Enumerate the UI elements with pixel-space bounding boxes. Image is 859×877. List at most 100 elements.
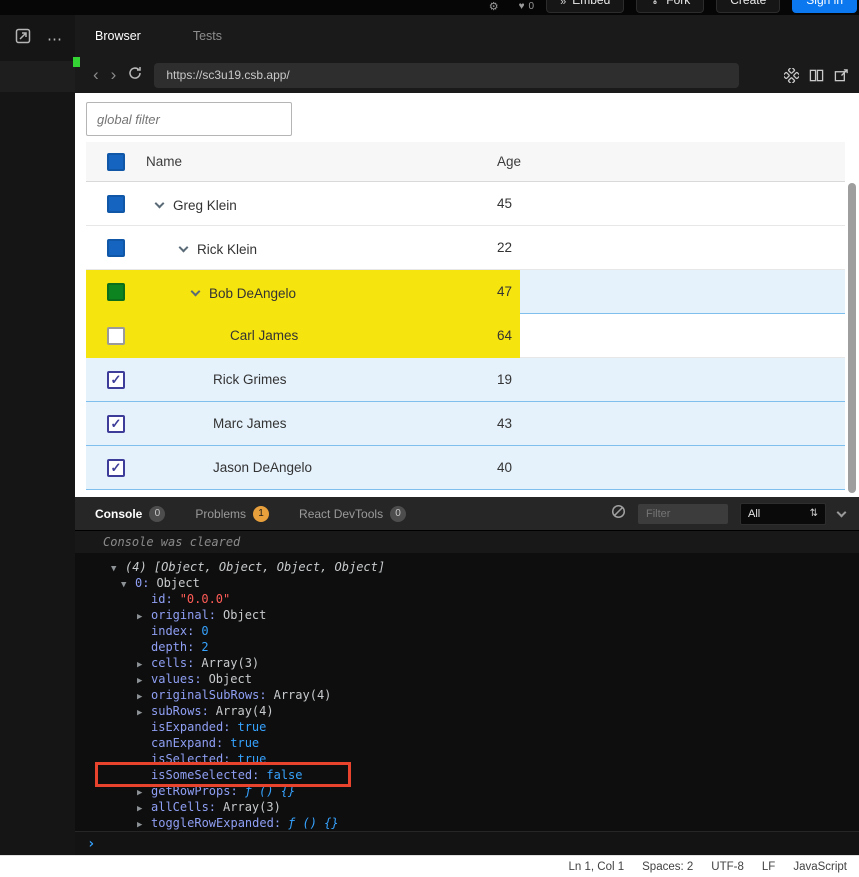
row-checkbox[interactable] [107, 326, 125, 345]
checkmark-icon: ✓ [110, 460, 122, 475]
open-panel-icon[interactable] [15, 28, 31, 49]
console-filter-input[interactable] [638, 503, 728, 524]
table-row: Rick Klein 22 [86, 226, 845, 270]
collapse-console-icon[interactable] [836, 507, 847, 517]
console-log-line: isSelected: true [151, 752, 267, 766]
clear-console-icon[interactable] [611, 504, 626, 524]
like-control[interactable]: ♥ 0 [519, 0, 535, 14]
scrollbar-thumb[interactable] [848, 183, 856, 493]
main-pane: Browser Tests ‹ › Name Age Greg Klein [75, 15, 859, 855]
cursor-position[interactable]: Ln 1, Col 1 [569, 861, 625, 873]
sidebar-active-item[interactable] [0, 61, 75, 92]
console-log-line: depth: 2 [151, 640, 209, 654]
language-mode[interactable]: JavaScript [793, 861, 847, 873]
console-panel: Console 0 Problems 1 React DevTools 0 Al… [75, 497, 859, 855]
console-log-line: ▶ allCells: Array(3) [137, 799, 859, 815]
table-row-highlighted: Carl James 64 [86, 314, 845, 358]
row-age: 22 [497, 240, 513, 255]
row-name: Rick Grimes [213, 372, 287, 387]
row-checkbox[interactable] [107, 238, 125, 257]
fork-icon [650, 0, 660, 7]
row-age: 43 [497, 416, 513, 431]
console-input-row[interactable]: › [75, 831, 859, 855]
select-all-checkbox[interactable] [107, 152, 125, 171]
forward-icon[interactable]: › [111, 66, 117, 83]
console-prompt-icon: › [87, 835, 96, 852]
expander-chevron-icon[interactable] [178, 242, 189, 252]
table-row: ✓ Jason DeAngelo 40 [86, 446, 845, 490]
heart-icon: ♥ [518, 1, 525, 12]
row-age: 19 [497, 372, 513, 387]
row-checkbox[interactable] [107, 194, 125, 213]
status-indicator-green [73, 57, 80, 67]
tab-react-devtools[interactable]: React DevTools 0 [299, 505, 407, 522]
tab-problems[interactable]: Problems 1 [195, 505, 270, 522]
global-filter-input[interactable] [86, 102, 292, 136]
console-log: ▼ (4) [Object, Object, Object, Object] ▼ 0… [75, 553, 859, 831]
updown-arrows-icon: ⇅ [809, 508, 818, 519]
expander-icon[interactable]: ▶ [137, 817, 151, 831]
expander-chevron-icon[interactable] [190, 286, 201, 296]
column-header-age[interactable]: Age [487, 154, 845, 169]
console-log-line: ▼ 0: Object [121, 575, 859, 591]
console-log-line: ▶ cells: Array(3) [137, 655, 859, 671]
console-tab-bar: Console 0 Problems 1 React DevTools 0 Al… [75, 497, 859, 531]
row-checkbox[interactable]: ✓ [107, 458, 125, 477]
row-name: Rick Klein [197, 241, 258, 257]
pane-tab-bar: Browser Tests [75, 15, 859, 57]
sign-in-button[interactable]: Sign in [792, 0, 857, 13]
checkmark-icon: ✓ [110, 416, 122, 431]
table-header-row: Name Age [86, 142, 845, 182]
row-name: Bob DeAngelo [209, 285, 297, 301]
indentation-setting[interactable]: Spaces: 2 [642, 861, 693, 873]
row-age: 47 [497, 284, 513, 299]
eol-setting[interactable]: LF [762, 861, 775, 873]
console-log-line: ▶ subRows: Array(4) [137, 703, 859, 719]
row-age: 64 [497, 328, 513, 343]
expander-chevron-icon[interactable] [154, 198, 165, 208]
split-view-icon[interactable] [809, 68, 824, 83]
create-button[interactable]: Create [716, 0, 781, 13]
more-menu-icon[interactable]: ⋯ [47, 30, 63, 48]
encoding-setting[interactable]: UTF-8 [711, 861, 744, 873]
preview-modules-icon[interactable] [784, 67, 799, 83]
like-count: 0 [528, 1, 535, 12]
expander-icon[interactable]: ▼ [121, 577, 135, 593]
row-checkbox[interactable]: ✓ [107, 370, 125, 389]
data-table: Name Age Greg Klein 45 Rick Klein 22 Bob… [86, 142, 845, 490]
refresh-icon[interactable] [128, 66, 142, 85]
sidebar: ⋯ [0, 15, 75, 855]
table-row: ✓ Rick Grimes 19 [86, 358, 845, 402]
table-row: Greg Klein 45 [86, 182, 845, 226]
embed-arrows-icon: » [560, 0, 567, 8]
gear-icon[interactable]: ⚙ [489, 0, 499, 14]
open-external-icon[interactable] [834, 68, 849, 83]
browser-viewport: Name Age Greg Klein 45 Rick Klein 22 Bob… [75, 93, 859, 497]
status-bar: Ln 1, Col 1 Spaces: 2 UTF-8 LF JavaScrip… [0, 855, 859, 877]
console-log-line: canExpand: true [151, 736, 260, 750]
console-log-line: isExpanded: true [151, 720, 267, 734]
row-name: Carl James [230, 328, 299, 343]
column-header-name[interactable]: Name [146, 154, 487, 169]
row-name: Marc James [213, 416, 287, 431]
row-checkbox[interactable] [107, 282, 125, 301]
tab-tests[interactable]: Tests [193, 29, 222, 43]
tab-console[interactable]: Console 0 [95, 505, 166, 522]
embed-button[interactable]: » Embed [546, 0, 625, 13]
row-checkbox[interactable]: ✓ [107, 414, 125, 433]
log-level-select[interactable]: All ⇅ [740, 502, 826, 525]
console-log-line: ▶ getRowProps: ƒ () {} [137, 783, 859, 799]
row-name: Greg Klein [173, 197, 237, 213]
table-row: ✓ Marc James 43 [86, 402, 845, 446]
console-log-line: ▶ values: Object [137, 671, 859, 687]
top-bar: ⚙ ♥ 0 » Embed Fork Create Sign in [0, 0, 859, 15]
url-input[interactable] [154, 62, 740, 88]
console-cleared-message: Console was cleared [75, 531, 859, 553]
devtools-count-badge: 0 [390, 505, 407, 522]
tab-browser[interactable]: Browser [95, 29, 141, 43]
row-age: 40 [497, 460, 513, 475]
console-log-line: id: "0.0.0" [151, 592, 231, 606]
fork-button[interactable]: Fork [636, 0, 705, 13]
console-count-badge: 0 [149, 505, 166, 522]
back-icon[interactable]: ‹ [93, 66, 99, 83]
